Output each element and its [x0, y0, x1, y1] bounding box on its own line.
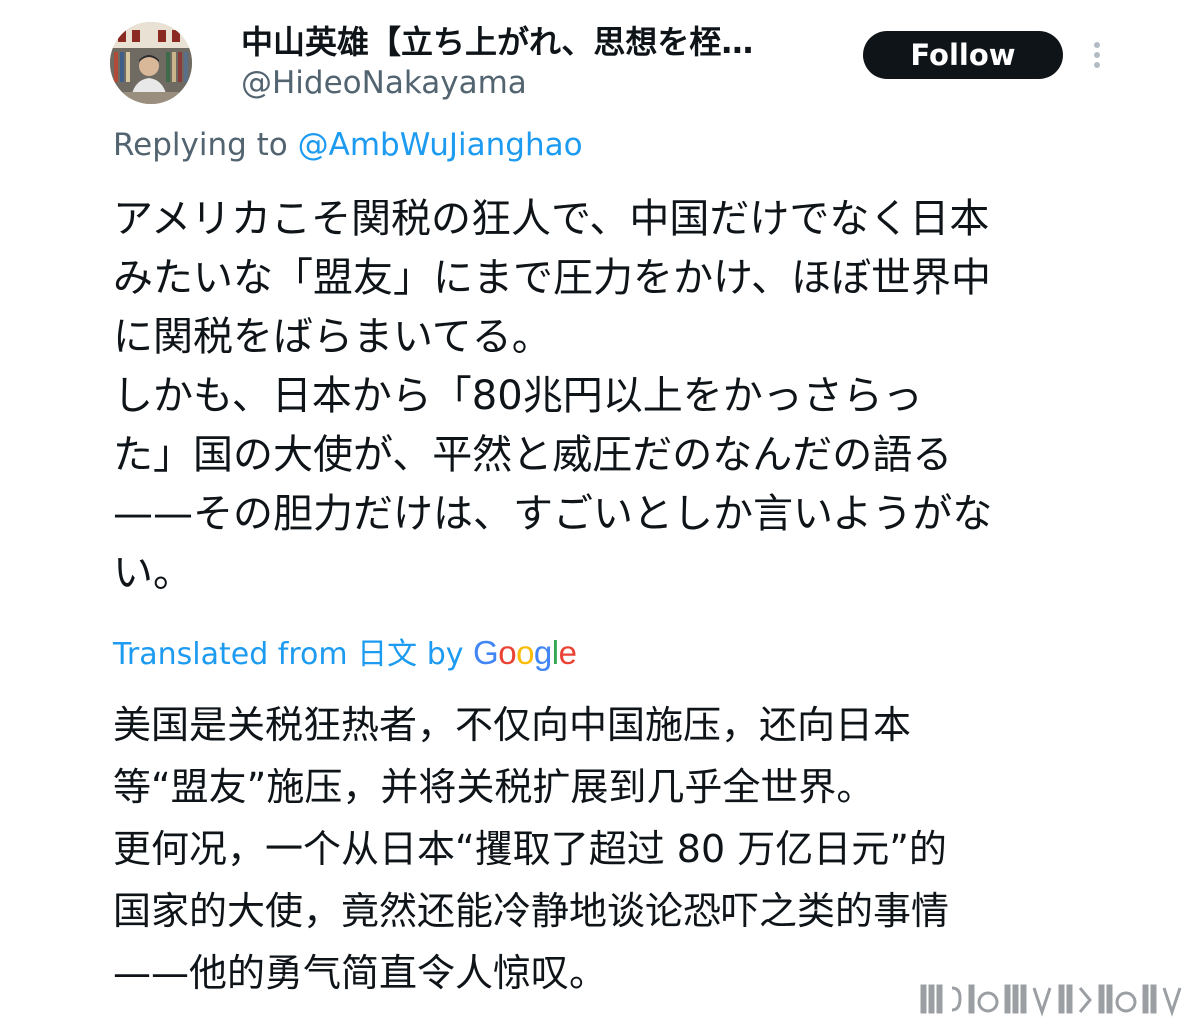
original-text-line: みたいな「盟友」にまで圧力をかけ、ほぼ世界中	[113, 255, 991, 301]
google-logo-letter: e	[558, 634, 577, 671]
follow-button[interactable]: Follow	[863, 31, 1063, 79]
reply-target-link[interactable]: @AmbWuJianghao	[298, 127, 583, 163]
google-logo-letter: o	[498, 634, 517, 671]
original-text-line: い。	[113, 550, 193, 596]
translation-attribution: Translated from 日文 by Google	[113, 632, 577, 676]
avatar[interactable]	[110, 22, 192, 104]
watermark	[920, 984, 1182, 1017]
google-logo-letter: g	[533, 634, 552, 671]
translated-by-label[interactable]: by	[417, 637, 473, 672]
original-text-line: に関税をばらまいてる。	[113, 314, 552, 360]
google-logo-letter: l	[551, 634, 559, 671]
google-logo[interactable]: Google	[473, 634, 577, 671]
source-language-label[interactable]: 日文	[357, 637, 417, 672]
tweet-original-text: アメリカこそ関税の狂人で、中国だけでなく日本 みたいな「盟友」にまで圧力をかけ、ほ…	[113, 190, 1088, 603]
replying-to-label: Replying to	[113, 127, 298, 163]
tweet-translated-text: 美国是关税狂热者，不仅向中国施压，还向日本 等“盟友”施压，并将关税扩展到几乎全世…	[113, 694, 1088, 1004]
translated-text-line: 美国是关税狂热者，不仅向中国施压，还向日本	[113, 703, 912, 747]
original-text-line: た」国の大使が、平然と威圧だのなんだの語る	[113, 432, 953, 478]
original-text-line: アメリカこそ関税の狂人で、中国だけでなく日本	[113, 196, 990, 242]
translated-text-line: 更何况，一个从日本“攫取了超过 80 万亿日元”的	[113, 827, 947, 871]
translated-text-line: 国家的大使，竟然还能冷静地谈论恐吓之类的事情	[113, 889, 950, 933]
google-logo-letter: o	[516, 634, 534, 671]
more-vertical-icon[interactable]	[1085, 38, 1109, 72]
author-display-name[interactable]: 中山英雄【立ち上がれ、思想を桎…	[241, 22, 831, 62]
translated-from-label[interactable]: Translated from	[113, 637, 357, 672]
translated-text-line: 等“盟友”施压，并将关税扩展到几乎全世界。	[113, 765, 875, 809]
original-text-line: しかも、日本から「80兆円以上をかっさらっ	[113, 373, 923, 419]
original-text-line: ——その胆力だけは、すごいとしか言いようがな	[113, 491, 993, 537]
replying-to: Replying to @AmbWuJianghao	[113, 125, 583, 165]
google-logo-letter: G	[473, 634, 499, 671]
author-handle[interactable]: @HideoNakayama	[241, 64, 527, 102]
